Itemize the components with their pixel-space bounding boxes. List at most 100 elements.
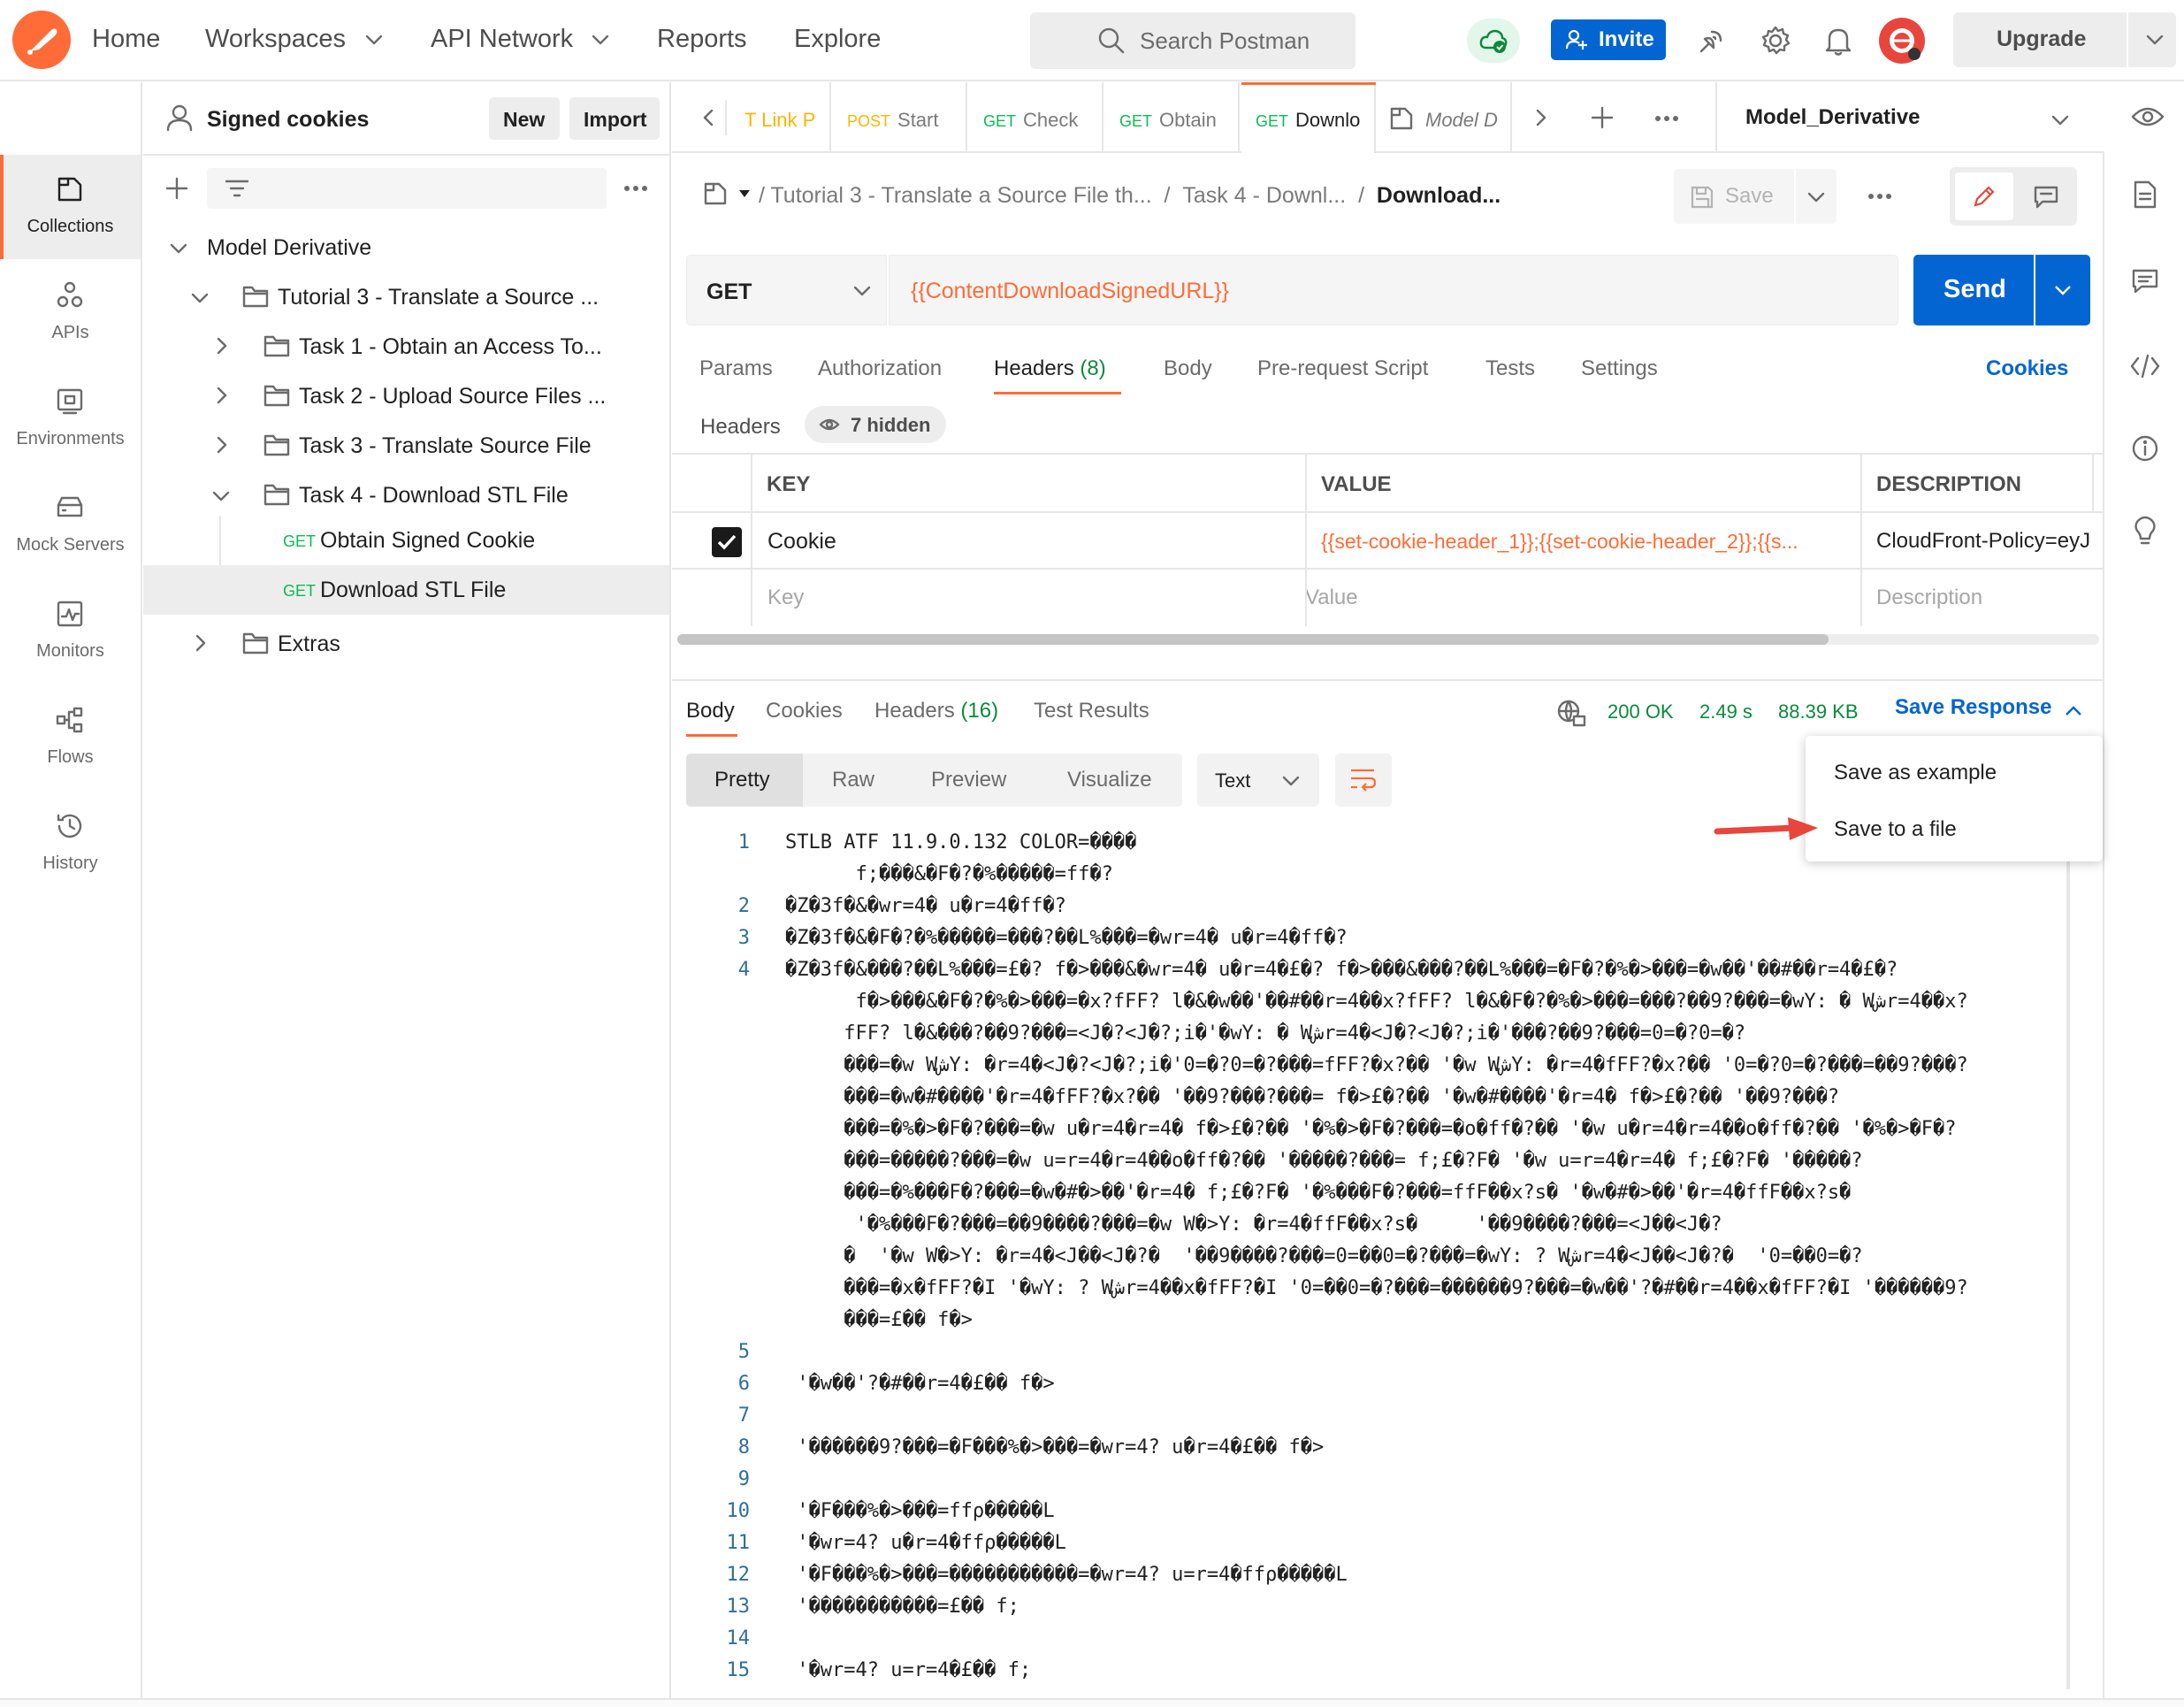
workspace-name[interactable]: Signed cookies xyxy=(207,107,369,133)
method-select[interactable]: GET xyxy=(686,255,887,325)
rail-history[interactable]: History xyxy=(0,792,141,896)
nav-workspaces[interactable]: Workspaces xyxy=(205,25,346,54)
rail-apis[interactable]: APIs xyxy=(0,261,141,365)
response-time[interactable]: 2.49 s xyxy=(1699,700,1753,723)
header-description-cell[interactable]: CloudFront-Policy=eyJ xyxy=(1876,529,2103,554)
chevron-right-icon[interactable] xyxy=(195,634,207,652)
add-tab-icon[interactable] xyxy=(1590,105,1615,130)
response-tab-cookies[interactable]: Cookies xyxy=(766,699,843,723)
menu-item-save-to-file[interactable]: Save to a file xyxy=(1806,800,2103,854)
environment-quick-look-icon[interactable] xyxy=(2131,104,2165,129)
settings-gear-icon[interactable] xyxy=(1760,25,1791,57)
response-tab-body[interactable]: Body xyxy=(686,699,735,723)
breadcrumb-current[interactable]: Download... xyxy=(1377,183,1501,208)
tab-tests[interactable]: Tests xyxy=(1485,356,1535,381)
header-value-cell[interactable]: {{set-cookie-header_1}};{{set-cookie-hea… xyxy=(1321,530,1852,554)
tab-pre-request-script[interactable]: Pre-request Script xyxy=(1257,356,1428,381)
breadcrumb-tutorial[interactable]: Tutorial 3 - Translate a Source File th.… xyxy=(770,183,1151,208)
new-button[interactable]: New xyxy=(489,97,560,140)
menu-item-save-as-example[interactable]: Save as example xyxy=(1806,743,2103,798)
response-tab-headers[interactable]: Headers (16) xyxy=(874,699,998,723)
rail-environments[interactable]: Environments xyxy=(0,367,141,471)
vertical-scrollbar[interactable] xyxy=(2066,823,2070,1689)
tab-get-obtain[interactable]: GET Obtain xyxy=(1105,82,1240,153)
tab-body[interactable]: Body xyxy=(1164,356,1212,381)
satellite-icon[interactable] xyxy=(1696,27,1726,57)
nav-explore[interactable]: Explore xyxy=(794,25,881,54)
rail-collections[interactable]: Collections xyxy=(0,155,141,259)
view-pretty[interactable]: Pretty xyxy=(686,754,803,807)
chevron-right-icon[interactable] xyxy=(216,337,228,355)
description-input[interactable]: Description xyxy=(1876,586,1982,610)
more-options-icon[interactable] xyxy=(1867,192,1893,201)
tree-folder-extras[interactable]: Extras xyxy=(278,632,340,657)
response-tab-test-results[interactable]: Test Results xyxy=(1034,699,1149,723)
add-icon[interactable] xyxy=(164,176,189,201)
tree-collection-model-derivative[interactable]: Model Derivative xyxy=(207,235,371,261)
header-key-cell[interactable]: Cookie xyxy=(767,529,836,555)
code-snippet-icon[interactable] xyxy=(2129,353,2161,379)
scrollbar-thumb[interactable] xyxy=(677,634,1829,645)
search-input[interactable]: Search Postman xyxy=(1030,12,1355,69)
tab-authorization[interactable]: Authorization xyxy=(818,356,942,381)
more-options-icon[interactable] xyxy=(622,184,649,193)
response-size[interactable]: 88.39 KB xyxy=(1778,700,1859,723)
documentation-icon[interactable] xyxy=(2133,180,2157,210)
chevron-right-icon[interactable] xyxy=(216,387,228,404)
network-globe-icon[interactable] xyxy=(1556,699,1586,727)
chevron-down-icon[interactable] xyxy=(191,292,209,304)
lightbulb-icon[interactable] xyxy=(2133,516,2157,547)
value-input[interactable]: Value xyxy=(1305,586,1358,610)
invite-button[interactable]: Invite xyxy=(1551,19,1666,60)
rail-monitors[interactable]: Monitors xyxy=(0,579,141,684)
postman-logo-icon[interactable] xyxy=(12,11,71,69)
rail-mock-servers[interactable]: Mock Servers xyxy=(0,473,141,578)
rail-flows[interactable]: Flows xyxy=(0,685,141,790)
response-status[interactable]: 200 OK xyxy=(1607,700,1674,723)
chevron-left-icon[interactable] xyxy=(702,109,714,126)
upgrade-button[interactable]: Upgrade xyxy=(1953,12,2176,67)
chevron-down-icon[interactable] xyxy=(2146,34,2164,46)
tree-folder-task-1[interactable]: Task 1 - Obtain an Access To... xyxy=(299,334,602,360)
nav-api-network[interactable]: API Network xyxy=(431,25,573,54)
chevron-down-icon[interactable] xyxy=(170,242,187,255)
edit-mode-button[interactable] xyxy=(1955,172,2013,220)
chevron-right-icon[interactable] xyxy=(216,436,228,454)
more-tabs-icon[interactable] xyxy=(1653,114,1680,123)
tree-folder-task-2[interactable]: Task 2 - Upload Source Files ... xyxy=(299,384,606,410)
header-enabled-checkbox[interactable] xyxy=(712,527,742,557)
view-visualize[interactable]: Visualize xyxy=(1067,768,1152,792)
avatar[interactable] xyxy=(1879,18,1925,64)
chevron-down-icon[interactable] xyxy=(212,490,230,502)
cookies-link[interactable]: Cookies xyxy=(1986,356,2068,381)
tree-request-obtain-signed-cookie[interactable]: GET Obtain Signed Cookie xyxy=(143,516,669,565)
format-select[interactable]: Text xyxy=(1197,754,1319,807)
nav-home[interactable]: Home xyxy=(92,25,160,54)
tree-folder-task-4[interactable]: Task 4 - Download STL File xyxy=(299,483,569,509)
tab-headers[interactable]: Headers (8) xyxy=(994,356,1106,381)
tab-link[interactable]: T Link P xyxy=(745,82,831,153)
info-icon[interactable] xyxy=(2131,434,2159,463)
save-options-button[interactable] xyxy=(1796,169,1837,224)
key-input[interactable]: Key xyxy=(767,586,804,610)
url-input[interactable]: {{ContentDownloadSignedURL}} xyxy=(889,255,1898,325)
import-button[interactable]: Import xyxy=(569,97,660,140)
wrap-lines-button[interactable] xyxy=(1335,754,1392,807)
environment-selector[interactable]: Model_Derivative xyxy=(1745,105,2073,134)
caret-down-icon[interactable] xyxy=(737,189,752,198)
horizontal-scrollbar[interactable] xyxy=(677,634,2099,645)
send-options-button[interactable] xyxy=(2035,255,2090,325)
chevron-right-icon[interactable] xyxy=(1535,109,1547,126)
tree-folder-tutorial-3[interactable]: Tutorial 3 - Translate a Source ... xyxy=(278,285,599,310)
comments-icon[interactable] xyxy=(2131,268,2159,295)
tab-get-check[interactable]: GET Check xyxy=(969,82,1103,153)
sync-status-icon[interactable] xyxy=(1467,19,1520,63)
nav-reports[interactable]: Reports xyxy=(657,25,747,54)
tree-folder-task-3[interactable]: Task 3 - Translate Source File xyxy=(299,433,592,459)
comment-mode-icon[interactable] xyxy=(2033,185,2059,210)
tab-params[interactable]: Params xyxy=(699,356,773,381)
filter-input[interactable] xyxy=(207,168,607,209)
view-raw[interactable]: Raw xyxy=(832,768,874,792)
tab-settings[interactable]: Settings xyxy=(1581,356,1658,381)
tree-request-download-stl-file[interactable]: GET Download STL File xyxy=(143,565,669,615)
